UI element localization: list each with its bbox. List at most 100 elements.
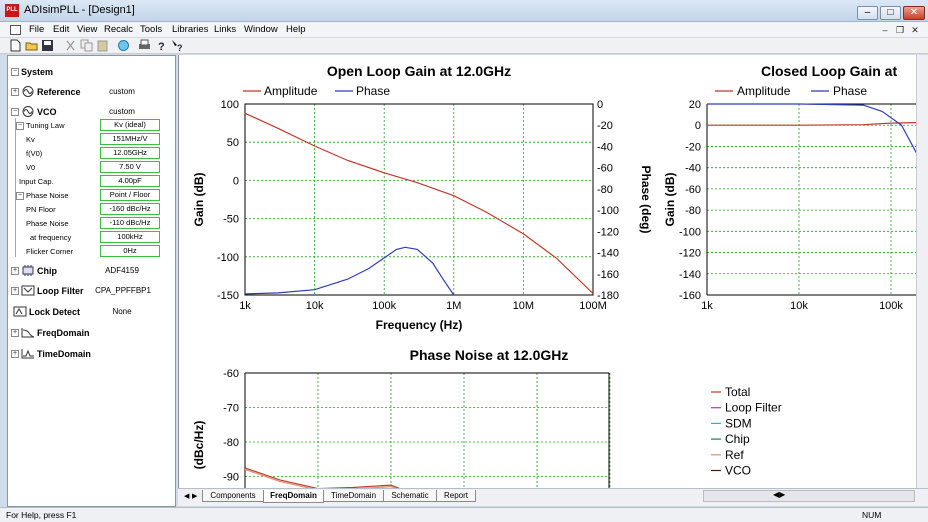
y2-tick-label: 0 bbox=[597, 99, 603, 111]
tree-reference-label: Reference bbox=[37, 87, 81, 97]
tree-reference-value: custom bbox=[109, 87, 135, 96]
menu-links[interactable]: Links bbox=[214, 24, 236, 35]
close-button[interactable]: ✕ bbox=[903, 6, 925, 20]
collapse-icon[interactable]: − bbox=[11, 68, 19, 76]
tree-lock-detect-label: Lock Detect bbox=[29, 307, 81, 317]
y-tick-label: -40 bbox=[685, 163, 701, 175]
param-label: Input Cap. bbox=[19, 177, 54, 186]
expand-icon[interactable]: + bbox=[11, 267, 19, 275]
vco-icon bbox=[22, 106, 34, 117]
param-label: Kv bbox=[26, 135, 35, 144]
menu-libraries[interactable]: Libraries bbox=[172, 24, 208, 35]
print-icon[interactable] bbox=[138, 39, 151, 52]
legend-amplitude: Amplitude bbox=[737, 84, 791, 98]
expand-icon[interactable]: + bbox=[11, 350, 19, 358]
y-tick-label: -20 bbox=[685, 141, 701, 153]
chip-icon bbox=[22, 265, 34, 276]
maximize-button[interactable]: □ bbox=[880, 6, 901, 20]
minimize-button[interactable]: – bbox=[857, 6, 878, 20]
paste-icon[interactable] bbox=[96, 39, 109, 52]
tab-components[interactable]: Components bbox=[202, 490, 264, 502]
cut-icon[interactable] bbox=[64, 39, 77, 52]
scroll-left-icon[interactable]: ◀ bbox=[184, 492, 189, 500]
y-tick-label: 20 bbox=[689, 99, 701, 111]
context-help-icon[interactable]: ? bbox=[171, 39, 184, 52]
menu-edit[interactable]: Edit bbox=[53, 24, 69, 35]
menu-window[interactable]: Window bbox=[244, 24, 278, 35]
expand-icon[interactable]: + bbox=[11, 287, 19, 295]
copy-icon[interactable] bbox=[80, 39, 93, 52]
recalc-icon[interactable] bbox=[117, 39, 130, 52]
tree-lock-detect[interactable]: Lock Detect None bbox=[8, 303, 177, 319]
new-icon[interactable] bbox=[9, 39, 22, 52]
x-axis-label: Frequency (Hz) bbox=[376, 318, 463, 332]
tab-report[interactable]: Report bbox=[436, 490, 476, 502]
mdi-close-button[interactable]: ✕ bbox=[909, 24, 921, 36]
doc-icon[interactable] bbox=[10, 25, 21, 35]
x-tick-label: 1M bbox=[446, 300, 461, 312]
tree-time-domain[interactable]: + TimeDomain bbox=[8, 345, 177, 361]
param-value-field[interactable]: Kv (ideal) bbox=[100, 119, 160, 131]
tree-vco-value: custom bbox=[109, 107, 135, 116]
collapse-icon[interactable]: − bbox=[16, 122, 24, 130]
tree-vco[interactable]: − VCO custom bbox=[8, 103, 177, 119]
save-icon[interactable] bbox=[41, 39, 54, 52]
title-bar[interactable]: PLL ADIsimPLL - [Design1] – □ ✕ bbox=[0, 0, 928, 22]
param-label: Phase Noise bbox=[26, 191, 69, 200]
series-total-line bbox=[244, 467, 436, 515]
menu-view[interactable]: View bbox=[77, 24, 97, 35]
mdi-minimize-button[interactable]: – bbox=[879, 24, 891, 36]
y-tick-label: -140 bbox=[679, 269, 701, 281]
plot-area: Open Loop Gain at 12.0GHz 1k 10k 100k 1M 10M 1… bbox=[178, 55, 928, 518]
legend-entry: VCO bbox=[725, 464, 751, 478]
param-value-field[interactable]: Point / Floor bbox=[100, 189, 160, 201]
param-value-field[interactable]: 151MHz/V bbox=[100, 133, 160, 145]
menu-help[interactable]: Help bbox=[286, 24, 306, 35]
vertical-scrollbar[interactable] bbox=[916, 55, 928, 488]
collapse-icon[interactable]: − bbox=[16, 192, 24, 200]
status-text: For Help, press F1 bbox=[6, 510, 77, 520]
param-value-field[interactable]: 12.05GHz bbox=[100, 147, 160, 159]
tree-vco-label: VCO bbox=[37, 107, 57, 117]
param-value-field[interactable]: -110 dBc/Hz bbox=[100, 217, 160, 229]
charts-canvas: Open Loop Gain at 12.0GHz 1k 10k 100k 1M 10M 1… bbox=[192, 63, 916, 518]
param-value-field[interactable]: 4.00pF bbox=[100, 175, 160, 187]
scroll-right-icon[interactable]: ▶ bbox=[192, 492, 197, 500]
scroll-thumb-icon[interactable]: ◀▶ bbox=[773, 490, 785, 499]
y-tick-label: -90 bbox=[223, 472, 239, 484]
tab-freqdomain[interactable]: FreqDomain bbox=[263, 490, 324, 503]
expand-icon[interactable]: + bbox=[11, 329, 19, 337]
horizontal-scrollbar[interactable] bbox=[703, 490, 915, 502]
menu-recalc[interactable]: Recalc bbox=[104, 24, 133, 35]
mdi-restore-button[interactable]: ❐ bbox=[894, 24, 906, 36]
param-value-field[interactable]: -160 dBc/Hz bbox=[100, 203, 160, 215]
tree-reference[interactable]: + Reference custom bbox=[8, 83, 177, 99]
y-tick-label: -60 bbox=[685, 184, 701, 196]
legend-amplitude: Amplitude bbox=[264, 84, 318, 98]
chart-title: Closed Loop Gain at bbox=[761, 63, 897, 79]
y2-tick-label: -60 bbox=[597, 163, 613, 175]
tree-freq-domain[interactable]: + FreqDomain bbox=[8, 324, 177, 340]
param-value-field[interactable]: 7.50 V bbox=[100, 161, 160, 173]
y2-tick-label: -20 bbox=[597, 120, 613, 132]
status-bar: For Help, press F1 NUM bbox=[0, 507, 928, 522]
tab-timedomain[interactable]: TimeDomain bbox=[323, 490, 384, 502]
param-value-field[interactable]: 0Hz bbox=[100, 245, 160, 257]
x-tick-label: 10k bbox=[790, 300, 808, 312]
help-icon[interactable]: ? bbox=[155, 39, 168, 52]
tab-schematic[interactable]: Schematic bbox=[383, 490, 437, 502]
vco-param-row[interactable]: Flicker Corner 0Hz bbox=[8, 244, 177, 260]
menu-file[interactable]: File bbox=[29, 24, 44, 35]
app-icon[interactable]: PLL bbox=[5, 4, 19, 17]
param-value-field[interactable]: 100kHz bbox=[100, 231, 160, 243]
tree-chip[interactable]: + Chip ADF4159 bbox=[8, 262, 177, 278]
expand-icon[interactable]: + bbox=[11, 88, 19, 96]
collapse-icon[interactable]: − bbox=[11, 108, 19, 116]
tree-system[interactable]: − System bbox=[8, 63, 177, 79]
open-icon[interactable] bbox=[25, 39, 38, 52]
series-phase-line bbox=[707, 103, 916, 154]
closed-loop-series-group bbox=[707, 103, 916, 154]
menu-tools[interactable]: Tools bbox=[140, 24, 162, 35]
tree-loop-filter[interactable]: + Loop Filter CPA_PPFFBP1 bbox=[8, 282, 177, 298]
y-axis-label: (dBc/Hz) bbox=[192, 421, 206, 470]
